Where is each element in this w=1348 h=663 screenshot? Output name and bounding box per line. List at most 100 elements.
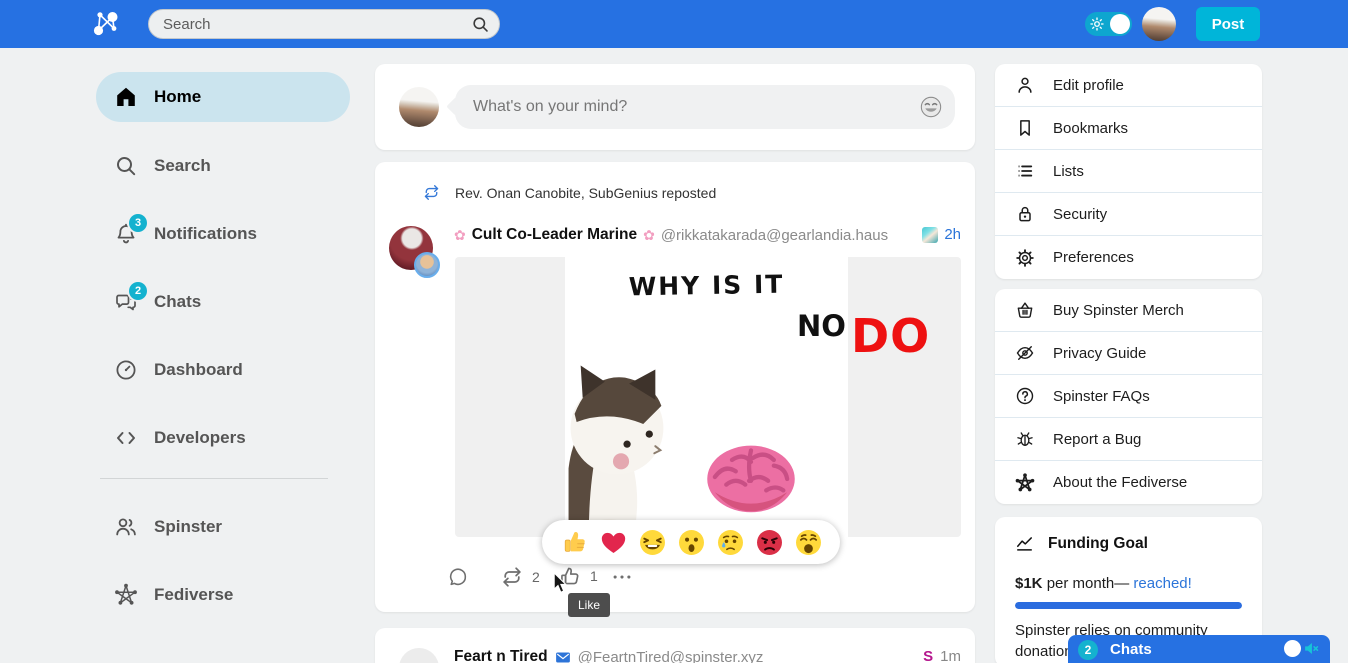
menu-item-report-bug[interactable]: Report a Bug [995,418,1262,461]
chats-dock-panel[interactable]: 2 Chats [1068,635,1330,663]
spinster-logo-icon[interactable] [92,10,120,38]
reaction-heart-emoji[interactable] [599,528,628,557]
like-tooltip: Like [568,593,610,617]
spinster-home-screen: Post Home Search 3 Notifications 2 Chats… [0,0,1348,663]
menu-item-preferences[interactable]: Preferences [995,236,1262,279]
person-icon [1015,75,1035,95]
emoji-picker-icon[interactable] [919,95,943,119]
lock-icon [1015,204,1035,224]
post-button[interactable]: Post [1196,7,1260,41]
reaction-laughing-emoji[interactable] [638,528,667,557]
menu-item-label: Preferences [1053,249,1134,266]
brain-emoji-image [703,439,799,517]
basket-icon [1015,300,1035,320]
chats-panel-label: Chats [1110,641,1152,658]
funding-amount: $1K [1015,575,1043,592]
reaction-angry-emoji[interactable] [755,528,784,557]
search-bar [148,9,500,39]
repost-count: 2 [532,569,540,585]
like-count: 1 [590,568,598,584]
chats-sound-toggle[interactable] [1284,640,1320,657]
menu-item-lists[interactable]: Lists [995,150,1262,193]
search-input[interactable] [149,10,499,38]
sound-toggle-knob [1284,640,1301,657]
funding-goal-title-row: Funding Goal [1015,534,1148,553]
sidebar-item-developers[interactable]: Developers [96,413,350,463]
repost-note[interactable]: Rev. Onan Canobite, SubGenius reposted [455,185,716,201]
next-post-author-handle[interactable]: @FeartnTired@spinster.xyz [578,649,764,663]
comment-icon [447,566,469,588]
flower-icon: ✿ [643,227,655,244]
reposter-avatar[interactable] [414,252,440,278]
more-options-button[interactable] [611,566,633,588]
reaction-weary-emoji[interactable] [794,528,823,557]
sidebar-item-chats[interactable]: 2 Chats [96,277,350,327]
left-sidebar: Home Search 3 Notifications 2 Chats Dash… [96,64,354,644]
next-post-timestamp[interactable]: 1m [940,648,961,663]
next-post-meta: S 1m [923,648,961,663]
meme-do-text: DO [851,309,930,363]
comment-button[interactable] [447,566,469,588]
account-menu-card: Edit profile Bookmarks Lists Security Pr… [995,64,1262,279]
sidebar-item-dashboard[interactable]: Dashboard [96,345,350,395]
current-user-avatar[interactable] [1142,7,1176,41]
menu-item-bookmarks[interactable]: Bookmarks [995,107,1262,150]
sun-icon [1089,16,1105,32]
menu-item-label: Buy Spinster Merch [1053,302,1184,319]
chats-unread-badge: 2 [1078,640,1098,660]
chats-badge: 2 [129,282,147,300]
menu-item-edit-profile[interactable]: Edit profile [995,64,1262,107]
sidebar-item-label: Home [154,87,201,107]
spinster-s-icon: S [923,648,933,663]
menu-item-label: Privacy Guide [1053,345,1146,362]
next-post-avatar[interactable] [399,648,439,663]
repost-icon [501,566,523,588]
theme-toggle[interactable] [1085,12,1132,36]
reaction-thumbs-up-emoji[interactable] [560,528,589,557]
sidebar-item-label: Dashboard [154,360,243,380]
custom-emoji-icon [922,227,938,243]
next-post-author-name[interactable]: Feart n Tired [454,648,548,663]
composer-card [375,64,975,150]
menu-item-privacy-guide[interactable]: Privacy Guide [995,332,1262,375]
reaction-crying-emoji[interactable] [716,528,745,557]
funding-goal-amount-line: $1K per month— reached! [1015,575,1192,592]
sidebar-item-label: Spinster [154,517,222,537]
notifications-badge: 3 [129,214,147,232]
post-author-handle[interactable]: @rikkatakarada@gearlandia.haus [661,227,888,244]
info-menu-card: Buy Spinster Merch Privacy Guide Spinste… [995,289,1262,504]
sidebar-item-search[interactable]: Search [96,141,350,191]
dashboard-icon [114,358,138,382]
sidebar-item-spinster[interactable]: Spinster [96,502,350,552]
sidebar-item-fediverse[interactable]: Fediverse [96,570,350,620]
top-navbar: Post [0,0,1348,48]
sidebar-item-notifications[interactable]: 3 Notifications [96,209,350,259]
menu-item-faqs[interactable]: Spinster FAQs [995,375,1262,418]
composer-input[interactable] [455,85,955,129]
post-timestamp[interactable]: 2h [944,226,961,243]
search-icon[interactable] [471,15,490,34]
reaction-surprised-emoji[interactable] [677,528,706,557]
meme-no-text: NO [797,309,846,343]
sidebar-item-label: Chats [154,292,201,312]
sidebar-item-label: Fediverse [154,585,233,605]
post-card: Rev. Onan Canobite, SubGenius reposted ✿… [375,162,975,612]
cat-image [561,315,675,537]
menu-item-label: About the Fediverse [1053,474,1187,491]
menu-item-security[interactable]: Security [995,193,1262,236]
post-media[interactable]: WHY IS IT NO DO [455,257,961,537]
like-button[interactable]: 1 [559,565,598,587]
flower-icon: ✿ [454,227,466,244]
funding-progress-fill [1015,602,1242,609]
menu-item-buy-merch[interactable]: Buy Spinster Merch [995,289,1262,332]
reaction-picker [542,520,840,564]
post-author-name[interactable]: Cult Co-Leader Marine [472,226,637,244]
next-post-card: Feart n Tired @FeartnTired@spinster.xyz … [375,628,975,663]
sidebar-item-home[interactable]: Home [96,72,350,122]
fediverse-icon [114,583,138,607]
funding-reached-link[interactable]: reached! [1133,575,1191,592]
thumbs-up-icon [559,565,581,587]
menu-item-about-fediverse[interactable]: About the Fediverse [995,461,1262,504]
composer-avatar[interactable] [399,87,439,127]
repost-button[interactable]: 2 [501,566,540,588]
